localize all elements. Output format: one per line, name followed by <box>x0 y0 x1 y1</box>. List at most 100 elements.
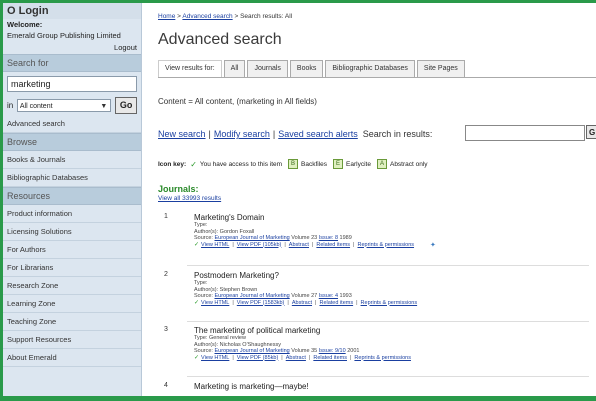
content-summary: Content = All content, (marketing in All… <box>158 97 317 106</box>
earlycite-text: Earlycite <box>346 160 371 168</box>
related-items-link[interactable]: Related items <box>319 300 353 307</box>
login-heading[interactable]: O Login <box>3 3 141 19</box>
earlycite-icon: E <box>333 159 344 169</box>
related-items-link[interactable]: Related items <box>313 355 347 362</box>
view-pdf-link[interactable]: View PDF (1583kb) <box>237 300 285 307</box>
search-in-results-input[interactable] <box>465 125 585 141</box>
backfiles-icon: B <box>288 159 299 169</box>
saved-search-alerts-link[interactable]: Saved search alerts <box>278 129 358 139</box>
view-pdf-size: 1583kb) <box>264 299 285 306</box>
breadcrumb-home[interactable]: Home <box>158 13 175 20</box>
view-pdf-link[interactable]: View PDF (105kb) <box>237 242 282 249</box>
icon-key-label: Icon key: <box>158 160 187 168</box>
check-icon: ✓ <box>194 354 200 361</box>
source-year: 1989 <box>338 235 352 241</box>
source-issue-link[interactable]: Issue: 8 <box>319 235 338 241</box>
result-number: 2 <box>164 271 168 278</box>
sidebar-item-support-resources[interactable]: Support Resources <box>3 331 141 349</box>
view-html-link[interactable]: View HTML <box>201 300 229 307</box>
abstract-link[interactable]: Abstract <box>292 300 312 307</box>
tab-bibliographic-databases[interactable]: Bibliographic Databases <box>325 60 415 78</box>
separator: | <box>232 241 234 248</box>
scope-selected-value: All content <box>19 102 53 110</box>
reprints-permissions-link[interactable]: Reprints & permissions <box>361 300 418 307</box>
view-all-results-link[interactable]: View all 33993 results <box>158 195 221 202</box>
browse-heading: Browse <box>3 133 141 151</box>
sidebar-item-for-authors[interactable]: For Authors <box>3 241 141 259</box>
result-title[interactable]: Marketing is marketing—maybe! <box>194 382 594 391</box>
reprints-permissions-link[interactable]: Reprints & permissions <box>357 242 414 249</box>
breadcrumb-current: Search results: All <box>240 13 293 20</box>
resources-heading: Resources <box>3 187 141 205</box>
check-icon: ✓ <box>190 159 197 169</box>
check-icon: ✓ <box>194 241 200 248</box>
result-title[interactable]: Marketing's Domain <box>194 213 594 222</box>
view-html-link[interactable]: View HTML <box>201 242 229 249</box>
results-tabs: View results for: All Journals Books Bib… <box>158 60 467 78</box>
sidebar-item-bibliographic-databases[interactable]: Bibliographic Databases <box>3 169 141 187</box>
tab-site-pages[interactable]: Site Pages <box>416 60 465 78</box>
result-number: 4 <box>164 382 168 389</box>
go-button[interactable]: Go <box>115 96 137 114</box>
tab-journals[interactable]: Journals <box>247 60 288 78</box>
separator: | <box>272 129 276 139</box>
view-pdf-size: 105kb) <box>264 241 282 248</box>
sidebar-item-learning-zone[interactable]: Learning Zone <box>3 295 141 313</box>
reprints-permissions-link[interactable]: Reprints & permissions <box>354 355 411 362</box>
result-number: 1 <box>164 213 168 220</box>
abstract-link[interactable]: Abstract <box>289 242 309 249</box>
separator: | <box>353 241 355 248</box>
source-prefix: Source: <box>194 293 215 299</box>
view-pdf-size: 85kb) <box>264 354 279 361</box>
chevron-down-icon: ▼ <box>100 102 108 110</box>
separator: | <box>356 299 358 306</box>
sidebar-item-books-journals[interactable]: Books & Journals <box>3 151 141 169</box>
separator: | <box>284 241 286 248</box>
source-year: 2001 <box>345 348 360 354</box>
view-pdf-label: View PDF ( <box>236 299 265 306</box>
result-body: Marketing is marketing—maybe! <box>194 382 594 391</box>
view-pdf-label: View PDF ( <box>236 354 265 361</box>
sidebar-item-teaching-zone[interactable]: Teaching Zone <box>3 313 141 331</box>
sidebar: O Login Welcome: Emerald Group Publishin… <box>3 3 142 396</box>
bottom-frame-border <box>0 396 596 401</box>
logout-link[interactable]: Logout <box>3 41 141 54</box>
modify-search-link[interactable]: Modify search <box>214 129 270 139</box>
sidebar-item-research-zone[interactable]: Research Zone <box>3 277 141 295</box>
result-body: The marketing of political marketing Typ… <box>194 326 594 362</box>
sidebar-item-licensing-solutions[interactable]: Licensing Solutions <box>3 223 141 241</box>
sidebar-item-product-information[interactable]: Product information <box>3 205 141 223</box>
new-search-link[interactable]: New search <box>158 129 206 139</box>
search-in-results-go-button[interactable]: G <box>586 125 596 139</box>
view-html-link[interactable]: View HTML <box>201 355 229 362</box>
check-icon: ✓ <box>194 299 200 306</box>
source-journal-link[interactable]: European Journal of Marketing <box>214 293 289 299</box>
scope-select[interactable]: All content ▼ <box>16 98 112 112</box>
search-for-heading: Search for <box>3 54 141 72</box>
sidebar-item-about-emerald[interactable]: About Emerald <box>3 349 141 367</box>
source-volume: Volume 27 <box>289 293 319 299</box>
sidebar-search-input[interactable]: marketing <box>7 76 137 92</box>
result-links: ✓ View HTML | View PDF (1583kb) | Abstract… <box>194 300 594 307</box>
related-items-link[interactable]: Related items <box>316 242 350 249</box>
source-issue-link[interactable]: Issue: 9/10 <box>319 348 346 354</box>
advanced-search-link[interactable]: Advanced search <box>3 115 141 133</box>
result-links: ✓ View HTML | View PDF (105kb) | Abstract |… <box>194 242 594 249</box>
view-pdf-link[interactable]: View PDF (85kb) <box>237 355 278 362</box>
access-text: You have access to this item <box>199 160 283 168</box>
result-title[interactable]: The marketing of political marketing <box>194 326 594 335</box>
source-issue-link[interactable]: Issue: 4 <box>319 293 338 299</box>
breadcrumb-advanced-search[interactable]: Advanced search <box>182 13 232 20</box>
abstract-link[interactable]: Abstract <box>286 355 306 362</box>
separator: | <box>315 299 317 306</box>
view-pdf-label: View PDF ( <box>236 241 265 248</box>
favourite-icon[interactable]: ✦ <box>430 242 436 249</box>
result-divider <box>187 265 589 266</box>
source-journal-link[interactable]: European Journal of Marketing <box>214 235 289 241</box>
search-links: New search | Modify search | Saved searc… <box>158 129 432 139</box>
tab-all[interactable]: All <box>223 60 246 78</box>
source-journal-link[interactable]: European Journal of Marketing <box>214 348 289 354</box>
result-title[interactable]: Postmodern Marketing? <box>194 271 594 280</box>
sidebar-item-for-librarians[interactable]: For Librarians <box>3 259 141 277</box>
tab-books[interactable]: Books <box>289 60 324 78</box>
